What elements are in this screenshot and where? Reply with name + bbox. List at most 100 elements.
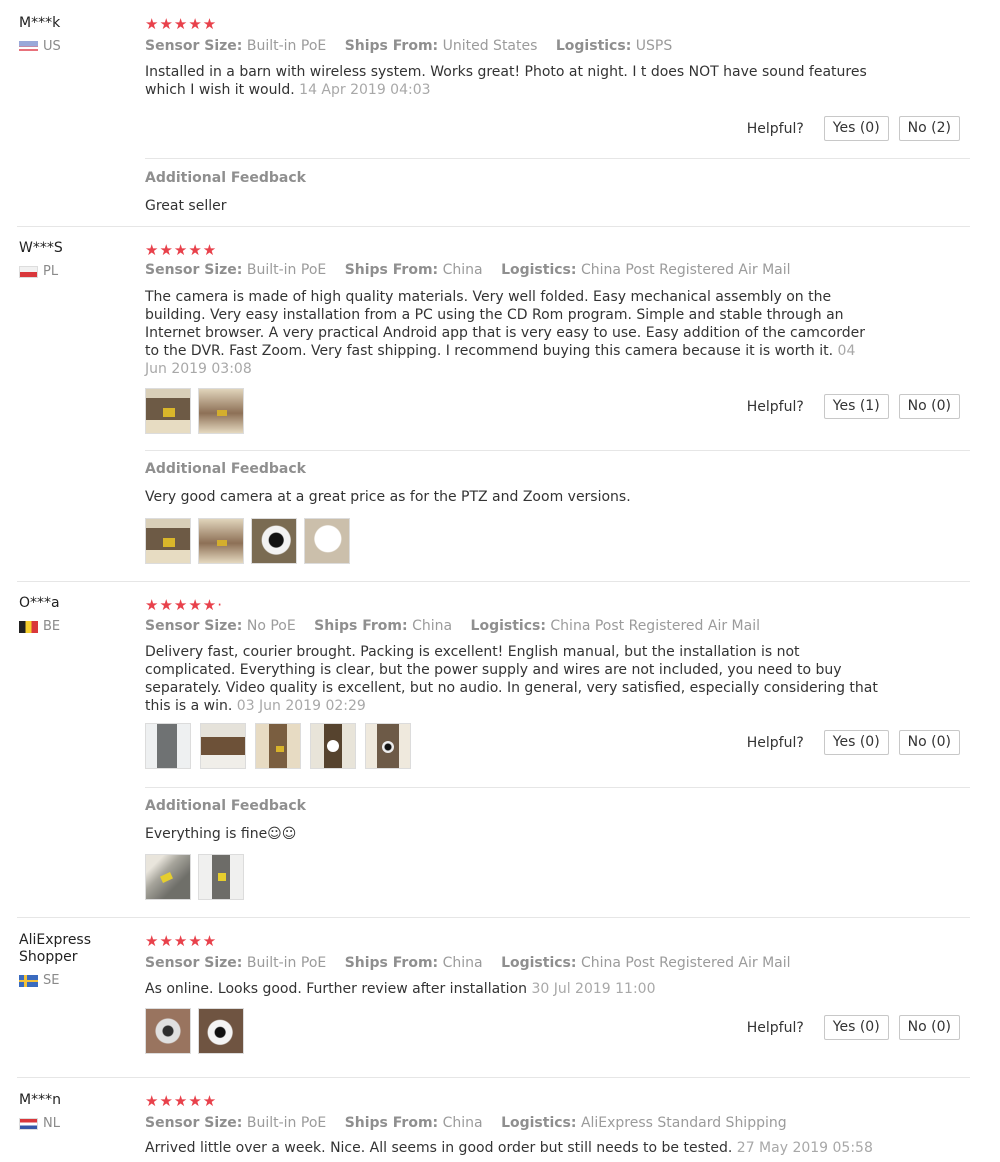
reviewer-country: US — [19, 39, 129, 54]
ships-from-value: China — [442, 955, 483, 971]
logistics-value: China Post Registered Air Mail — [580, 955, 791, 971]
ships-from-label: Ships From: — [344, 1115, 439, 1131]
helpful-no-button[interactable]: No (2) — [898, 116, 960, 141]
reviewer-name: O***a — [19, 595, 60, 611]
additional-feedback-title: Additional Feedback — [145, 798, 306, 814]
review-item: O***a BE ★★★★★· Sensor Size: No PoE Ship… — [0, 581, 1000, 917]
logistics-value: China Post Registered Air Mail — [550, 618, 760, 634]
helpful-yes-button[interactable]: Yes (0) — [823, 730, 889, 755]
helpful-label: Helpful? — [746, 734, 804, 751]
order-info: Sensor Size: Built-in PoE Ships From: Ch… — [145, 955, 791, 971]
logistics-value: AliExpress Standard Shipping — [580, 1115, 787, 1131]
sensor-size-value: Built-in PoE — [246, 262, 327, 278]
additional-feedback-title: Additional Feedback — [145, 461, 306, 477]
logistics-label: Logistics: — [501, 1115, 577, 1131]
review-item: M***k US ★★★★★ Sensor Size: Built-in PoE… — [0, 0, 1000, 226]
sensor-size-value: No PoE — [246, 618, 296, 634]
nl-flag-icon — [19, 1117, 38, 1130]
review-date: 14 Apr 2019 04:03 — [299, 82, 431, 98]
review-item: W***S PL ★★★★★ Sensor Size: Built-in PoE… — [0, 226, 1000, 581]
sensor-size-value: Built-in PoE — [246, 955, 327, 971]
review-photo[interactable] — [198, 388, 244, 434]
sensor-size-label: Sensor Size: — [145, 618, 243, 634]
order-info: Sensor Size: Built-in PoE Ships From: Un… — [145, 38, 672, 54]
reviewer-info: W***S PL — [19, 240, 129, 279]
reviewer-country: NL — [19, 1116, 129, 1131]
additional-feedback-title: Additional Feedback — [145, 170, 306, 186]
logistics-value: USPS — [635, 38, 673, 54]
feedback-photo[interactable] — [145, 854, 191, 900]
feedback-photo[interactable] — [198, 854, 244, 900]
review-date: 03 Jun 2019 02:29 — [236, 698, 366, 714]
reviewer-info: M***n NL — [19, 1092, 129, 1131]
reviewer-name: M***n — [19, 1092, 61, 1108]
review-text: The camera is made of high quality mater… — [145, 288, 880, 378]
reviewer-info: O***a BE — [19, 595, 129, 634]
ships-from-label: Ships From: — [344, 38, 439, 54]
additional-feedback-text: Very good camera at a great price as for… — [145, 489, 631, 505]
feedback-photo[interactable] — [251, 518, 297, 564]
review-text: Delivery fast, courier brought. Packing … — [145, 643, 880, 715]
review-photo[interactable] — [365, 723, 411, 769]
logistics-label: Logistics: — [470, 618, 546, 634]
review-date: 27 May 2019 05:58 — [736, 1140, 873, 1156]
sensor-size-label: Sensor Size: — [145, 262, 243, 278]
sensor-size-value: Built-in PoE — [246, 38, 327, 54]
logistics-label: Logistics: — [501, 262, 577, 278]
review-content: The camera is made of high quality mater… — [145, 289, 865, 359]
review-text: Installed in a barn with wireless system… — [145, 63, 880, 99]
se-flag-icon — [19, 974, 38, 987]
reviewer-info: AliExpress Shopper SE — [19, 932, 129, 988]
star-rating: ★★★★★ — [145, 932, 218, 950]
reviewer-country: PL — [19, 264, 129, 279]
country-code: SE — [43, 973, 60, 988]
country-code: US — [43, 39, 61, 54]
reviewer-country: BE — [19, 619, 129, 634]
review-photo[interactable] — [310, 723, 356, 769]
review-photos — [145, 388, 244, 434]
helpful-yes-button[interactable]: Yes (0) — [823, 116, 889, 141]
helpful-yes-button[interactable]: Yes (0) — [823, 1015, 889, 1040]
ships-from-value: China — [442, 262, 483, 278]
ships-from-value: United States — [442, 38, 538, 54]
pl-flag-icon — [19, 265, 38, 278]
star-rating: ★★★★★ — [145, 15, 218, 33]
review-photo[interactable] — [145, 388, 191, 434]
review-feed: M***k US ★★★★★ Sensor Size: Built-in PoE… — [0, 0, 1000, 1162]
additional-feedback-text: Great seller — [145, 198, 227, 214]
be-flag-icon — [19, 620, 38, 633]
ships-from-value: China — [412, 618, 453, 634]
review-content: As online. Looks good. Further review af… — [145, 981, 527, 997]
feedback-photo[interactable] — [304, 518, 350, 564]
helpful-label: Helpful? — [746, 1019, 804, 1036]
review-content: Arrived little over a week. Nice. All se… — [145, 1140, 733, 1156]
logistics-label: Logistics: — [555, 38, 632, 54]
logistics-label: Logistics: — [501, 955, 577, 971]
logistics-value: China Post Registered Air Mail — [580, 262, 791, 278]
review-photo[interactable] — [198, 1008, 244, 1054]
review-photo[interactable] — [145, 1008, 191, 1054]
feedback-photo[interactable] — [145, 518, 191, 564]
helpful-no-button[interactable]: No (0) — [898, 394, 960, 419]
feedback-photos — [145, 518, 350, 564]
order-info: Sensor Size: No PoE Ships From: China Lo… — [145, 618, 760, 634]
feedback-photo[interactable] — [198, 518, 244, 564]
review-item: AliExpress Shopper SE ★★★★★ Sensor Size:… — [0, 917, 1000, 1077]
review-photo[interactable] — [255, 723, 301, 769]
reviewer-info: M***k US — [19, 15, 129, 54]
additional-feedback: Additional Feedback Everything is fine☺☺ — [145, 787, 970, 918]
reviewer-country: SE — [19, 973, 129, 988]
review-photos — [145, 1008, 244, 1054]
helpful-label: Helpful? — [746, 120, 804, 137]
sensor-size-label: Sensor Size: — [145, 955, 243, 971]
review-photo[interactable] — [200, 723, 246, 769]
helpful-yes-button[interactable]: Yes (1) — [823, 394, 889, 419]
country-code: PL — [43, 264, 59, 279]
additional-feedback: Additional Feedback Very good camera at … — [145, 450, 970, 582]
helpful-no-button[interactable]: No (0) — [898, 730, 960, 755]
helpful-vote: Helpful? Yes (1) No (0) — [747, 394, 960, 419]
sensor-size-label: Sensor Size: — [145, 38, 243, 54]
sensor-size-value: Built-in PoE — [246, 1115, 327, 1131]
review-photo[interactable] — [145, 723, 191, 769]
helpful-no-button[interactable]: No (0) — [898, 1015, 960, 1040]
